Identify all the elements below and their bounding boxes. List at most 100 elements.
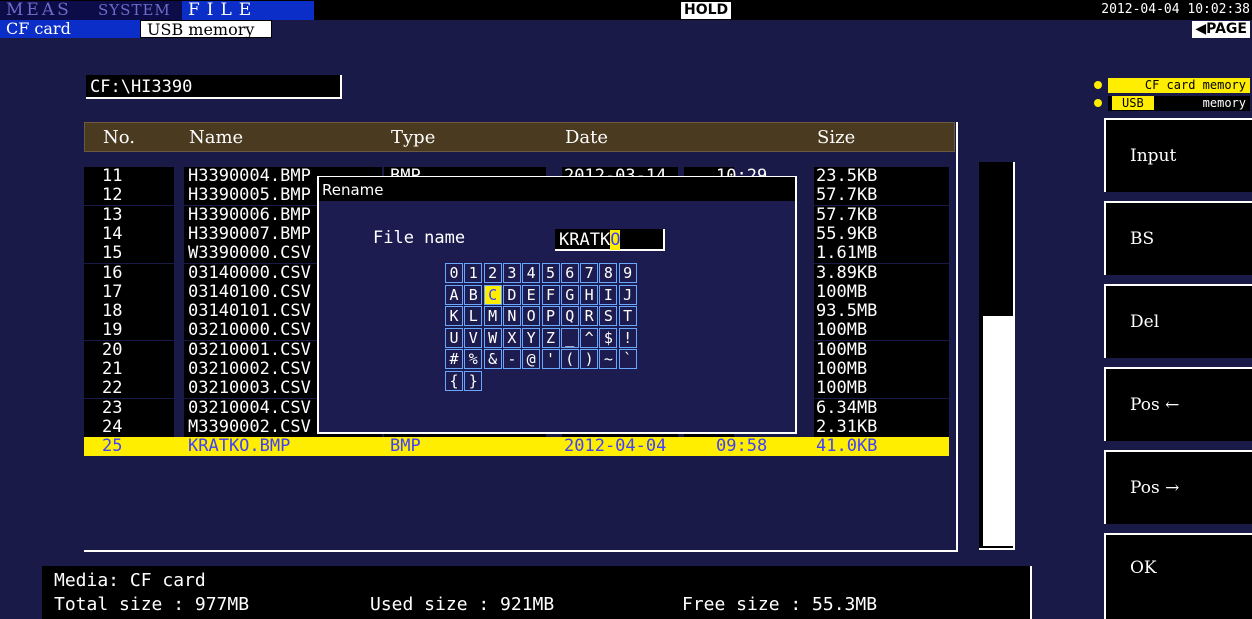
key-4-8[interactable]: ~ <box>599 349 618 370</box>
key-4-3[interactable]: - <box>502 349 521 370</box>
column-header-date[interactable]: Date <box>565 123 608 153</box>
subtab-cf-card[interactable]: CF card <box>0 20 140 38</box>
cf-card-memory-indicator: CF card memory <box>1108 78 1250 93</box>
cell-background <box>84 417 174 437</box>
cell-no: 11 <box>102 166 123 186</box>
cell-date: 2012-04-04 <box>564 436 667 457</box>
cell-background <box>84 360 174 379</box>
key-0-3[interactable]: 3 <box>502 263 521 283</box>
key-0-9[interactable]: 9 <box>618 263 637 283</box>
scrollbar-thumb[interactable] <box>983 316 1013 546</box>
key-3-0[interactable]: U <box>445 327 463 348</box>
key-1-2[interactable]: C <box>483 284 502 305</box>
rename-dialog: Rename File name KRATKO 0123456789ABCDEF… <box>317 176 797 434</box>
key-3-8[interactable]: $ <box>599 327 618 348</box>
cell-background <box>84 282 174 302</box>
key-5-1[interactable]: } <box>464 371 483 391</box>
page-button[interactable]: ◀PAGE <box>1192 21 1250 38</box>
key-3-6[interactable]: _ <box>560 327 579 348</box>
cell-background <box>84 398 174 418</box>
column-header-size[interactable]: Size <box>817 123 855 153</box>
cell-background <box>84 167 174 186</box>
tab-file[interactable]: FILE <box>182 1 314 20</box>
key-1-9[interactable]: J <box>618 284 637 305</box>
cell-name: H3390007.BMP <box>188 223 311 244</box>
key-0-1[interactable]: 1 <box>464 263 483 283</box>
column-header-no[interactable]: No. <box>103 123 135 153</box>
cell-no: 12 <box>102 185 123 206</box>
file-name-label: File name <box>373 228 466 248</box>
used-size: Used size : 921MB <box>370 594 555 615</box>
key-3-4[interactable]: Y <box>522 327 541 348</box>
key-1-3[interactable]: D <box>502 284 521 305</box>
key-4-5[interactable]: ' <box>541 349 560 370</box>
key-2-0[interactable]: K <box>445 306 463 327</box>
key-0-6[interactable]: 6 <box>560 263 579 283</box>
key-3-7[interactable]: ^ <box>580 327 599 348</box>
key-1-4[interactable]: E <box>522 284 541 305</box>
ok-button[interactable]: OK <box>1104 533 1252 619</box>
cell-no: 17 <box>102 281 123 302</box>
cell-name: 03210001.CSV <box>188 339 311 360</box>
key-4-0[interactable]: # <box>445 349 463 370</box>
key-2-6[interactable]: Q <box>560 306 579 327</box>
cell-no: 25 <box>102 436 123 457</box>
cell-background <box>84 244 174 264</box>
pos-left-button[interactable]: Pos ← <box>1104 367 1252 441</box>
column-header-type[interactable]: Type <box>391 123 435 153</box>
key-4-1[interactable]: % <box>464 349 483 370</box>
subtab-usb-memory[interactable]: USB memory <box>140 20 272 39</box>
rename-dialog-title: Rename <box>319 177 795 201</box>
table-row[interactable]: 25 KRATKO.BMP BMP 2012-04-04 09:58 41.0KB <box>84 436 949 457</box>
cell-no: 23 <box>102 397 123 418</box>
key-3-5[interactable]: Z <box>541 327 560 348</box>
key-5-0[interactable]: { <box>445 371 463 391</box>
file-name-input[interactable]: KRATKO <box>555 229 665 251</box>
cell-size: 100MB <box>816 320 868 341</box>
key-1-7[interactable]: H <box>580 284 599 305</box>
cell-background <box>84 379 174 399</box>
key-4-7[interactable]: ) <box>580 349 599 370</box>
key-1-0[interactable]: A <box>445 284 463 305</box>
key-4-4[interactable]: @ <box>522 349 541 370</box>
del-button[interactable]: Del <box>1104 284 1252 358</box>
key-2-9[interactable]: T <box>618 306 637 327</box>
key-0-8[interactable]: 8 <box>599 263 618 283</box>
key-0-4[interactable]: 4 <box>522 263 541 283</box>
key-0-2[interactable]: 2 <box>483 263 502 283</box>
tab-meas[interactable]: MEAS <box>0 1 92 20</box>
input-button[interactable]: Input <box>1104 118 1252 192</box>
key-3-2[interactable]: W <box>483 327 502 348</box>
column-header-name[interactable]: Name <box>189 123 243 153</box>
key-2-4[interactable]: O <box>522 306 541 327</box>
pos-right-button[interactable]: Pos → <box>1104 450 1252 524</box>
key-4-6[interactable]: ( <box>560 349 579 370</box>
file-name-value: KRATK <box>559 230 611 250</box>
key-3-9[interactable]: ! <box>618 327 637 348</box>
key-0-7[interactable]: 7 <box>580 263 599 283</box>
key-2-8[interactable]: S <box>599 306 618 327</box>
key-1-5[interactable]: F <box>541 284 560 305</box>
key-2-3[interactable]: N <box>502 306 521 327</box>
table-header: No. Name Type Date Size <box>84 122 955 152</box>
key-3-3[interactable]: X <box>502 327 521 348</box>
key-0-0[interactable]: 0 <box>445 263 463 283</box>
key-2-2[interactable]: M <box>483 306 502 327</box>
key-1-6[interactable]: G <box>560 284 579 305</box>
key-4-9[interactable]: ` <box>618 349 637 370</box>
key-2-1[interactable]: L <box>464 306 483 327</box>
bs-button[interactable]: BS <box>1104 201 1252 275</box>
cell-no: 19 <box>102 320 123 341</box>
key-3-1[interactable]: V <box>464 327 483 348</box>
cell-size: 41.0KB <box>816 436 878 457</box>
key-0-5[interactable]: 5 <box>541 263 560 283</box>
cell-name: 03210002.CSV <box>188 359 311 379</box>
key-4-2[interactable]: & <box>483 349 502 370</box>
cell-background <box>84 302 174 322</box>
key-2-7[interactable]: R <box>580 306 599 327</box>
tab-system[interactable]: SYSTEM <box>92 1 182 20</box>
key-1-1[interactable]: B <box>464 284 483 305</box>
key-2-5[interactable]: P <box>541 306 560 327</box>
key-1-8[interactable]: I <box>599 284 618 305</box>
cell-name: M3390002.CSV <box>188 416 311 437</box>
